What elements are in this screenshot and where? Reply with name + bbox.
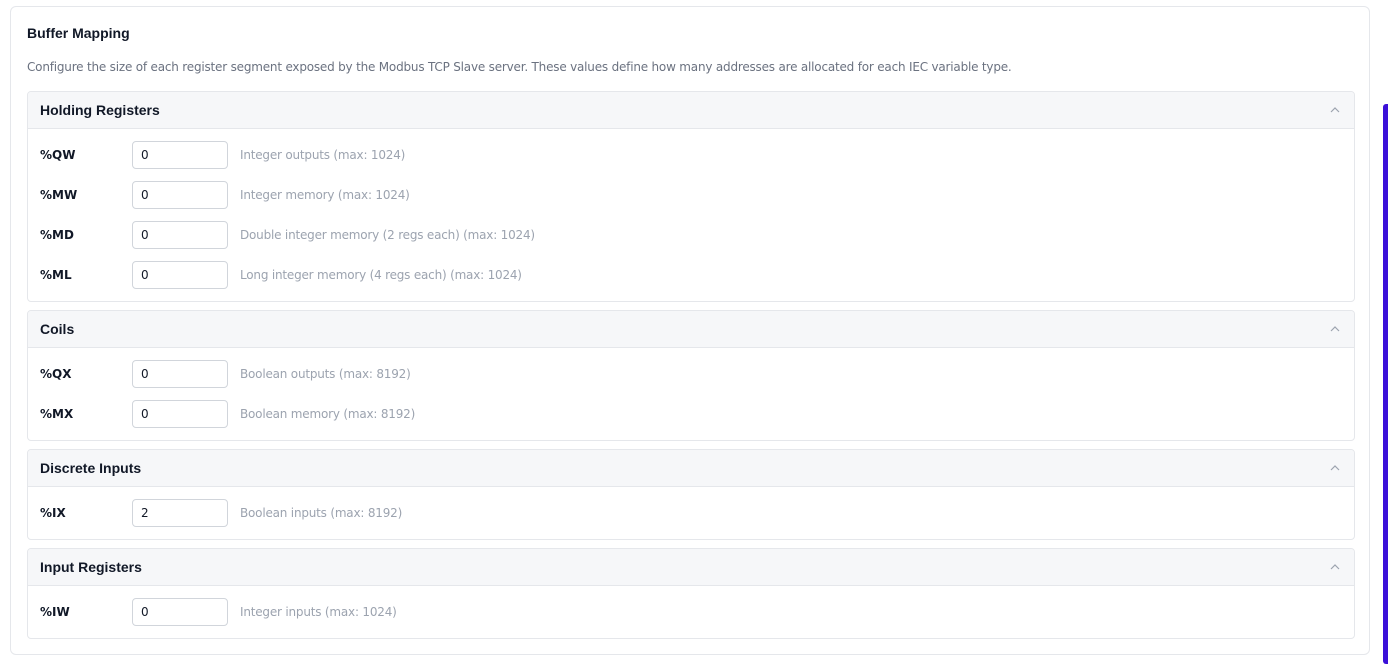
section-holding-registers: Holding Registers %QW Integer outputs (m… [27,91,1355,302]
row-iw: %IW Integer inputs (max: 1024) [28,598,1354,638]
row-mx: %MX Boolean memory (max: 8192) [28,400,1354,440]
row-label: %ML [40,268,72,282]
section-header-discrete-inputs[interactable]: Discrete Inputs [28,450,1354,487]
row-label: %QW [40,148,76,162]
qw-size-input[interactable] [132,141,228,169]
row-label: %MX [40,407,74,421]
scrollbar-thumb[interactable] [1383,104,1388,664]
section-title: Input Registers [40,559,142,575]
ix-size-input[interactable] [132,499,228,527]
section-title: Discrete Inputs [40,460,142,476]
section-header-coils[interactable]: Coils [28,311,1354,348]
chevron-up-icon[interactable] [1328,461,1342,475]
row-hint: Integer memory (max: 1024) [240,188,410,202]
section-discrete-inputs: Discrete Inputs %IX Boolean inputs (max:… [27,449,1355,540]
row-ml: %ML Long integer memory (4 regs each) (m… [28,261,1354,301]
qx-size-input[interactable] [132,360,228,388]
card-title: Buffer Mapping [27,25,130,41]
section-header-input-registers[interactable]: Input Registers [28,549,1354,586]
row-hint: Boolean outputs (max: 8192) [240,367,411,381]
row-label: %MW [40,188,78,202]
section-coils: Coils %QX Boolean outputs (max: 8192) %M… [27,310,1355,441]
ml-size-input[interactable] [132,261,228,289]
chevron-up-icon[interactable] [1328,103,1342,117]
row-hint: Long integer memory (4 regs each) (max: … [240,268,522,282]
row-md: %MD Double integer memory (2 regs each) … [28,221,1354,261]
row-label: %MD [40,228,74,242]
row-hint: Integer inputs (max: 1024) [240,605,397,619]
row-label: %IW [40,605,70,619]
scrollbar[interactable] [1382,0,1388,664]
row-mw: %MW Integer memory (max: 1024) [28,181,1354,221]
row-ix: %IX Boolean inputs (max: 8192) [28,499,1354,539]
section-title: Holding Registers [40,102,160,118]
row-label: %QX [40,367,72,381]
buffer-mapping-card: Buffer Mapping Configure the size of eac… [10,6,1370,655]
row-qw: %QW Integer outputs (max: 1024) [28,141,1354,181]
card-description: Configure the size of each register segm… [27,60,1012,74]
section-input-registers: Input Registers %IW Integer inputs (max:… [27,548,1355,639]
md-size-input[interactable] [132,221,228,249]
chevron-up-icon[interactable] [1328,560,1342,574]
section-title: Coils [40,321,75,337]
row-qx: %QX Boolean outputs (max: 8192) [28,360,1354,400]
row-hint: Boolean inputs (max: 8192) [240,506,403,520]
row-label: %IX [40,506,66,520]
mx-size-input[interactable] [132,400,228,428]
iw-size-input[interactable] [132,598,228,626]
section-header-holding-registers[interactable]: Holding Registers [28,92,1354,129]
chevron-up-icon[interactable] [1328,322,1342,336]
row-hint: Boolean memory (max: 8192) [240,407,416,421]
row-hint: Double integer memory (2 regs each) (max… [240,228,535,242]
row-hint: Integer outputs (max: 1024) [240,148,406,162]
mw-size-input[interactable] [132,181,228,209]
